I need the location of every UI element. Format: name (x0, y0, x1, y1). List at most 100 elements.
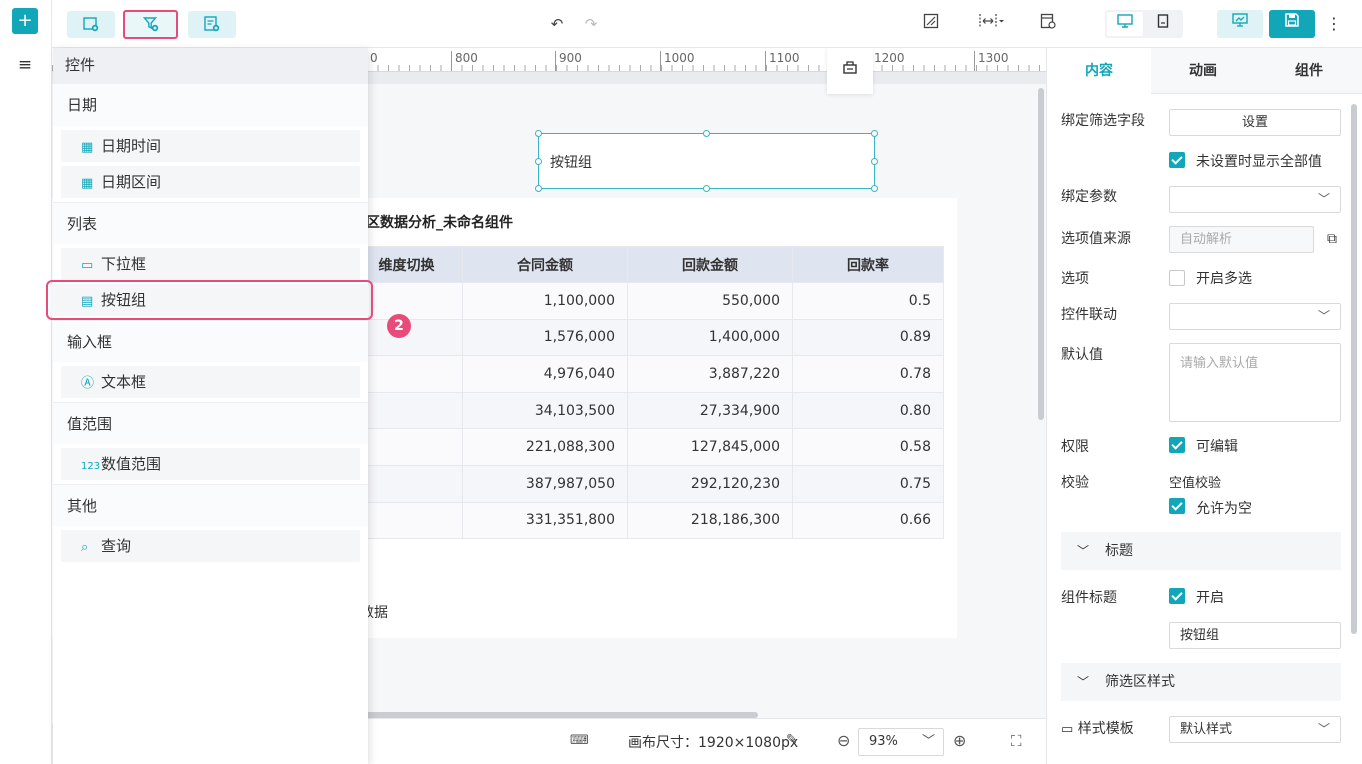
monitor-icon: ▭ (1061, 722, 1074, 737)
theme-icon[interactable] (920, 13, 942, 35)
tab-content[interactable]: 内容 (1047, 48, 1151, 94)
add-icon[interactable]: + (12, 8, 38, 34)
multi-select-checkbox[interactable] (1169, 270, 1185, 286)
resize-handle[interactable] (535, 185, 542, 192)
ruler-label: 1300 (974, 51, 1009, 71)
save-button[interactable] (1269, 10, 1315, 38)
multi-select-label: 开启多选 (1196, 271, 1252, 287)
widget-float-toolbar[interactable] (827, 48, 873, 94)
bind-param-select[interactable]: ﹀ (1169, 186, 1341, 213)
resize-handle[interactable] (703, 130, 710, 137)
add-chart-button[interactable] (67, 11, 115, 38)
preview-button[interactable] (1217, 10, 1263, 38)
panel-scrollbar[interactable] (1351, 104, 1357, 634)
add-filter-button[interactable] (123, 10, 178, 39)
bind-filter-field-button[interactable]: 设置 (1169, 109, 1341, 136)
default-value-label: 默认值 (1061, 347, 1103, 363)
option-source-field[interactable]: 自动解析 (1169, 226, 1314, 253)
menu-item-query[interactable]: ⌕ 查询 (61, 530, 360, 562)
null-check-label: 空值校验 (1169, 476, 1222, 491)
menu-item-number-range[interactable]: 123数值范围 (61, 448, 360, 480)
ruler-label: 1100 (765, 51, 800, 71)
filter-style-section-header[interactable]: ﹀ 筛选区样式 (1061, 663, 1341, 701)
linkage-select[interactable]: ﹀ (1169, 303, 1341, 330)
component-title-checkbox[interactable] (1169, 588, 1185, 604)
redo-icon[interactable]: ↷ (580, 13, 602, 35)
style-template-select[interactable]: 默认样式 ﹀ (1169, 716, 1341, 743)
undo-icon[interactable]: ↶ (546, 13, 568, 35)
editable-checkbox[interactable] (1169, 437, 1185, 453)
date-range-icon: ▦ (81, 176, 94, 191)
filter-component-menu: 控件 日期 ▦ 日期时间 ▦ 日期区间 列表 ▭ 下拉框 ▤ 按钮组 输入框 Ⓐ 文本框 … (46, 48, 373, 764)
property-panel: 内容 动画 组件 绑定筛选字段 设置 未设置时显示全部值 绑定参数 ﹀ 选项值来… (1046, 48, 1362, 764)
page-settings-icon[interactable] (1037, 13, 1059, 35)
zoom-select[interactable]: 93% ﹀ (858, 728, 944, 756)
tab-component[interactable]: 组件 (1255, 48, 1362, 94)
left-rail: + ≡ (0, 0, 52, 764)
menu-item-datetime[interactable]: ▦ 日期时间 (61, 130, 360, 162)
menu-group-list: 列表 (53, 202, 368, 244)
menu-item-label: 查询 (101, 537, 132, 555)
align-distribute-icon[interactable] (977, 13, 1007, 35)
widget-title: 区数据分析_未命名组件 (366, 215, 513, 231)
preview-icon (1232, 13, 1248, 27)
canvas-bottom-bar: ⌨ 画布尺寸：1920×1080px ✎ ⊖ 93% ﹀ ⊕ ⛶ (368, 718, 1046, 764)
column-header[interactable]: 回款率 (792, 246, 944, 283)
outline-list-icon[interactable]: ≡ (15, 56, 35, 74)
tab-animation[interactable]: 动画 (1151, 48, 1255, 94)
menu-item-label: 数值范围 (101, 455, 162, 473)
default-value-textarea[interactable]: 请输入默认值 (1169, 343, 1341, 422)
desktop-view-icon[interactable] (1107, 12, 1143, 36)
menu-item-label: 日期时间 (101, 137, 162, 155)
resize-handle[interactable] (871, 158, 878, 165)
resize-handle[interactable] (871, 130, 878, 137)
edit-size-icon[interactable]: ✎ (786, 732, 798, 748)
zoom-out-icon[interactable]: ⊖ (837, 731, 850, 750)
button-group-label: 按钮组 (550, 155, 592, 171)
editable-label: 可编辑 (1196, 439, 1238, 455)
resize-handle[interactable] (535, 158, 542, 165)
bind-param-label: 绑定参数 (1061, 189, 1117, 205)
table-row: 4,976,040 3,887,220 0.78 (350, 355, 944, 393)
textbox-icon: Ⓐ (81, 376, 95, 391)
resize-handle[interactable] (535, 130, 542, 137)
widget-tool-icon (843, 61, 857, 74)
zoom-value: 93% (869, 734, 898, 749)
keyboard-icon[interactable]: ⌨ (570, 733, 589, 749)
chevron-down-icon: ﹀ (921, 734, 935, 749)
chevron-down-icon: ﹀ (1317, 192, 1330, 206)
zoom-in-icon[interactable]: ⊕ (953, 731, 966, 750)
table-row: 1,100,000 550,000 0.5 (350, 282, 944, 320)
table-row: 331,351,800 218,186,300 0.66 (350, 501, 944, 540)
mobile-view-icon[interactable] (1145, 12, 1181, 36)
validation-label: 校验 (1061, 475, 1089, 491)
resize-handle[interactable] (703, 185, 710, 192)
show-all-checkbox[interactable] (1169, 152, 1185, 168)
button-group-icon: ▤ (81, 294, 94, 309)
copy-icon[interactable]: ⧉ (1327, 232, 1341, 246)
column-header[interactable]: 回款金额 (627, 246, 793, 283)
fit-screen-icon[interactable]: ⛶ (1011, 732, 1022, 750)
show-all-label: 未设置时显示全部值 (1196, 154, 1322, 170)
allow-empty-checkbox[interactable] (1169, 498, 1185, 514)
section-title: 标题 (1105, 543, 1133, 559)
linkage-label: 控件联动 (1061, 307, 1117, 323)
more-menu-icon[interactable]: ⋮ (1326, 12, 1342, 36)
filter-icon (142, 17, 158, 32)
component-title-label: 组件标题 (1061, 590, 1117, 606)
title-section-header[interactable]: ﹀ 标题 (1061, 532, 1341, 570)
add-other-component-button[interactable] (188, 11, 236, 38)
option-source-label: 选项值来源 (1061, 231, 1131, 247)
menu-item-textbox[interactable]: Ⓐ 文本框 (61, 366, 360, 398)
menu-group-other: 其他 (53, 484, 368, 526)
component-title-input[interactable]: 按钮组 (1169, 622, 1341, 649)
menu-item-button-group[interactable]: ▤ 按钮组 (46, 280, 373, 320)
resize-handle[interactable] (871, 185, 878, 192)
menu-item-label: 按钮组 (101, 291, 147, 309)
table-row: 1,576,000 1,400,000 0.89 (350, 318, 944, 357)
vertical-scrollbar[interactable] (1038, 88, 1044, 420)
menu-item-dropdown[interactable]: ▭ 下拉框 (61, 248, 360, 280)
column-header[interactable]: 合同金额 (462, 246, 628, 283)
button-group-widget[interactable]: 按钮组 (535, 130, 878, 192)
menu-item-date-range[interactable]: ▦ 日期区间 (61, 166, 360, 198)
